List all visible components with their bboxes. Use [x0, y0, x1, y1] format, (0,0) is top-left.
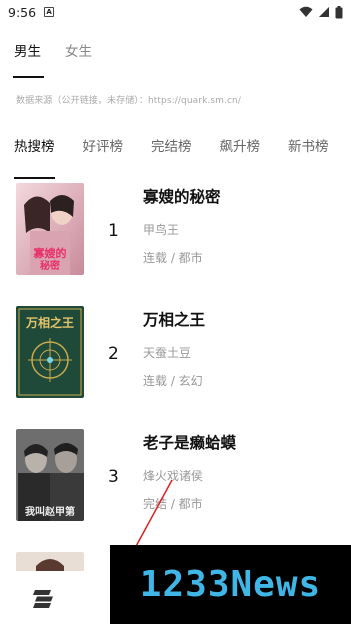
watermark-logo: 1233News: [110, 545, 351, 624]
book-cover[interactable]: 我叫赵甲第: [16, 429, 84, 521]
wifi-icon: [299, 6, 313, 17]
book-title[interactable]: 万相之王: [143, 308, 205, 330]
menu-icon[interactable]: [32, 588, 54, 608]
tab-top-rated[interactable]: 好评榜: [83, 135, 124, 169]
data-source-note: 数据来源（公开链接，未存储）：https://quark.sm.cn/: [16, 96, 241, 106]
battery-icon: [335, 5, 343, 18]
book-item[interactable]: 万相之王 2 万相之王 天蚕土豆 连载 / 玄幻: [0, 306, 351, 406]
svg-text:我叫赵甲第: 我叫赵甲第: [25, 505, 75, 518]
tab-male[interactable]: 男生: [13, 40, 44, 78]
watermark-text: 1233News: [139, 564, 322, 605]
book-cover[interactable]: 寡嫂的 秘密: [16, 183, 84, 275]
status-bar: 9:56 A: [0, 0, 351, 24]
tab-completed[interactable]: 完结榜: [151, 135, 192, 169]
rank-number: 1: [108, 221, 119, 241]
tab-female[interactable]: 女生: [65, 40, 92, 70]
book-author: 甲鸟王: [143, 223, 180, 237]
cover-title-art: 寡嫂的: [33, 246, 67, 260]
svg-text:秘密: 秘密: [40, 259, 60, 272]
rank-number: 3: [108, 467, 119, 487]
book-status-genre: 完结 / 都市: [143, 497, 203, 511]
book-author: 天蚕土豆: [143, 346, 192, 360]
tab-rising[interactable]: 飙升榜: [220, 135, 261, 169]
book-title[interactable]: 寡嫂的秘密: [143, 185, 221, 207]
signal-icon: [319, 7, 329, 17]
svg-text:万相之王: 万相之王: [25, 315, 74, 330]
status-icons: [299, 5, 343, 19]
book-title[interactable]: 老子是癞蛤蟆: [143, 431, 236, 453]
tab-hot-search[interactable]: 热搜榜: [14, 135, 55, 179]
notification-icon: A: [44, 7, 55, 17]
book-status-genre: 连载 / 玄幻: [143, 374, 203, 388]
book-author: 烽火戏诸侯: [143, 469, 204, 483]
status-time: 9:56: [8, 4, 37, 20]
book-cover[interactable]: 万相之王: [16, 306, 84, 398]
book-item[interactable]: 寡嫂的 秘密 1 寡嫂的秘密 甲鸟王 连载 / 都市: [0, 183, 351, 283]
book-item[interactable]: 我叫赵甲第 3 老子是癞蛤蟆 烽火戏诸侯 完结 / 都市: [0, 429, 351, 529]
rank-number: 2: [108, 344, 119, 364]
gender-tabs: 男生 女生: [13, 40, 92, 78]
bottom-nav: [0, 571, 110, 624]
book-status-genre: 连载 / 都市: [143, 251, 203, 265]
ranking-tabs: 热搜榜 好评榜 完结榜 飙升榜 新书榜: [14, 135, 351, 179]
tab-new-books[interactable]: 新书榜: [288, 135, 329, 169]
